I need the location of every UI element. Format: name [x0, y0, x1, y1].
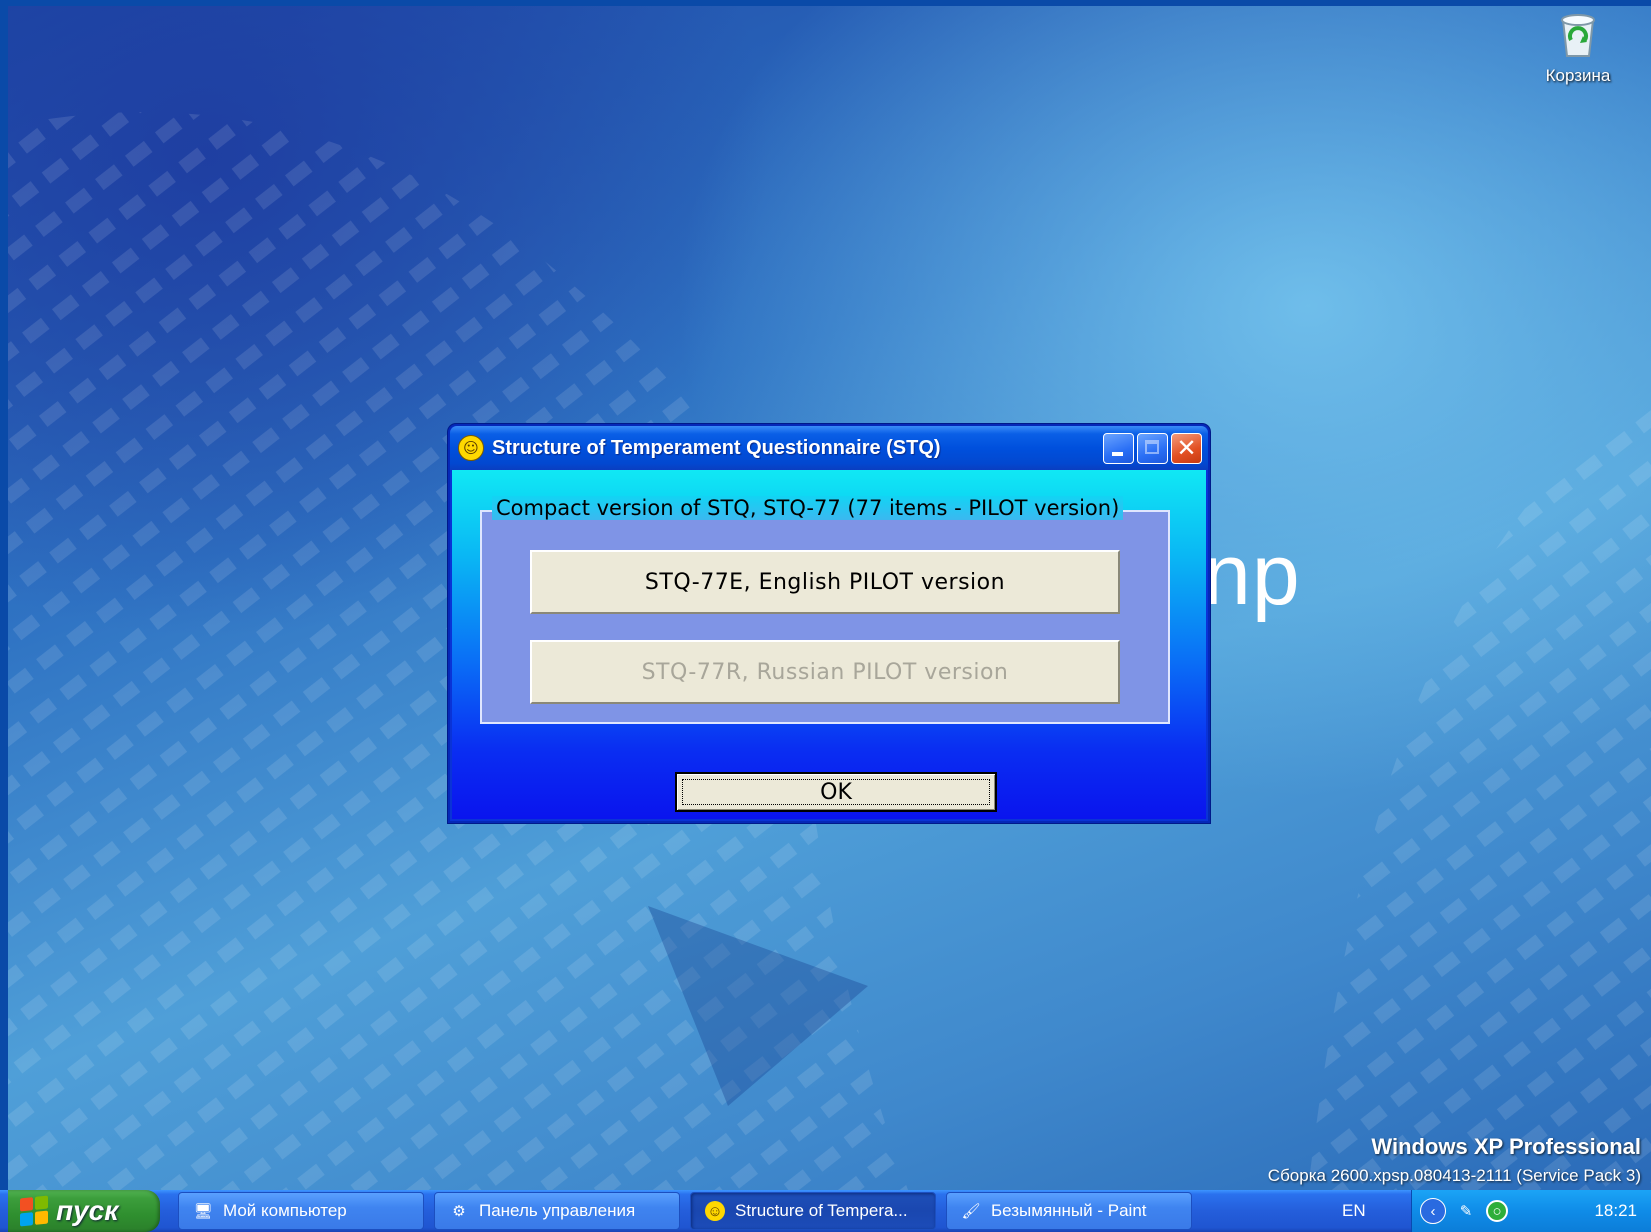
os-edition-watermark: Windows XP Professional Сборка 2600.xpsp…: [1268, 1134, 1641, 1186]
title-bar[interactable]: ☺ Structure of Temperament Questionnaire…: [450, 426, 1208, 470]
version-groupbox: Compact version of STQ, STQ-77 (77 items…: [480, 496, 1170, 724]
os-build: Сборка 2600.xpsp.080413-2111 (Service Pa…: [1267, 1166, 1641, 1185]
task-label: Панель управления: [479, 1201, 636, 1220]
minimize-icon: [1112, 452, 1123, 456]
wallpaper-text: np: [1203, 527, 1301, 623]
task-control-panel[interactable]: ⚙ Панель управления: [434, 1192, 680, 1230]
task-stq[interactable]: ☺ Structure of Tempera...: [690, 1192, 936, 1230]
task-label: Мой компьютер: [223, 1201, 347, 1220]
network-icon[interactable]: ✎: [1454, 1199, 1478, 1223]
ok-button[interactable]: OK: [675, 772, 997, 812]
language-indicator[interactable]: EN: [1342, 1190, 1366, 1232]
minimize-button[interactable]: [1103, 433, 1134, 464]
recycle-bin-label: Корзина: [1545, 66, 1611, 85]
control-panel-icon: ⚙: [452, 1203, 466, 1220]
my-computer-icon: 🖥: [193, 1203, 213, 1220]
antivirus-icon[interactable]: ○: [1486, 1200, 1508, 1222]
task-label: Безымянный - Paint: [991, 1201, 1147, 1220]
taskbar: пуск 🖥 Мой компьютер ⚙ Панель управления…: [0, 1190, 1651, 1232]
windows-logo-icon: [20, 1195, 48, 1227]
show-hidden-icons-button[interactable]: ‹: [1420, 1198, 1446, 1224]
groupbox-label: Compact version of STQ, STQ-77 (77 items…: [492, 496, 1124, 520]
window-title: Structure of Temperament Questionnaire (…: [492, 436, 941, 459]
smiley-icon: ☺: [705, 1201, 725, 1221]
window-controls: ✕: [1103, 433, 1202, 464]
stq-dialog: ☺ Structure of Temperament Questionnaire…: [448, 424, 1210, 823]
start-button[interactable]: пуск: [8, 1190, 160, 1232]
maximize-icon: [1145, 440, 1159, 454]
task-paint[interactable]: 🖌 Безымянный - Paint: [946, 1192, 1192, 1230]
start-label: пуск: [56, 1195, 119, 1226]
english-version-button[interactable]: STQ-77E, English PILOT version: [530, 550, 1120, 614]
close-icon: ✕: [1176, 434, 1197, 462]
paint-icon: 🖌: [961, 1203, 981, 1220]
recycle-bin-icon: [1561, 14, 1595, 57]
task-label: Structure of Tempera...: [735, 1201, 908, 1220]
clock[interactable]: 18:21: [1594, 1201, 1637, 1221]
maximize-button: [1137, 433, 1168, 464]
close-button[interactable]: ✕: [1171, 433, 1202, 464]
os-edition: Windows XP Professional: [1371, 1134, 1641, 1159]
system-tray: EN ‹ ✎ ○ 18:21: [1342, 1190, 1651, 1232]
recycle-bin[interactable]: Корзина: [1518, 10, 1638, 86]
dialog-body: Compact version of STQ, STQ-77 (77 items…: [452, 470, 1206, 819]
russian-version-button: STQ-77R, Russian PILOT version: [530, 640, 1120, 704]
smiley-icon: ☺: [458, 435, 484, 461]
task-my-computer[interactable]: 🖥 Мой компьютер: [178, 1192, 424, 1230]
